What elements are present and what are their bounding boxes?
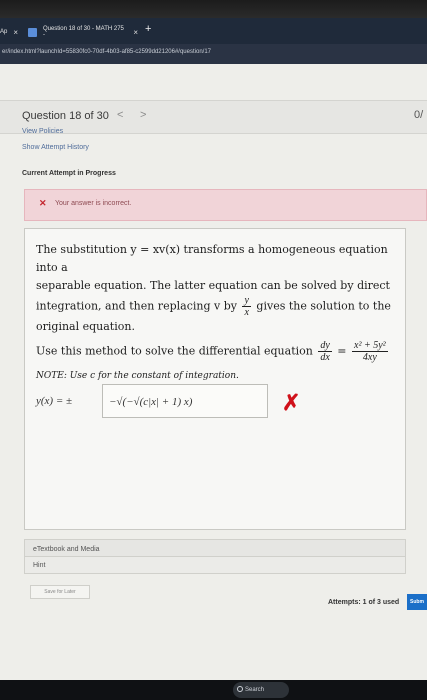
fraction-denominator: x: [244, 307, 249, 318]
error-x-icon: ✕: [39, 198, 47, 208]
alert-text: Your answer is incorrect.: [55, 200, 132, 207]
question-title: Question 18 of 30: [22, 110, 109, 122]
view-policies-link[interactable]: View Policies: [22, 128, 63, 135]
search-label: Search: [245, 687, 265, 693]
fraction-numerator: x² + 5y²: [352, 340, 388, 352]
answer-row: y(x) = ± −√(−√(c|x| + 1) x) ✗: [36, 384, 396, 424]
previous-question-icon[interactable]: <: [117, 109, 123, 121]
answer-value[interactable]: −√(−√(c|x| + 1) x): [109, 396, 192, 408]
equals-sign: =: [337, 344, 347, 358]
taskbar-search[interactable]: Search: [233, 682, 289, 698]
question-card: The substitution y = xv(x) transforms a …: [24, 228, 406, 530]
submit-button[interactable]: Subm: [407, 594, 427, 610]
search-icon: [237, 686, 243, 692]
fraction-denominator: 4xy: [362, 352, 377, 363]
attempt-status-label: Current Attempt in Progress: [22, 170, 116, 177]
url-text[interactable]: er/index.html?launchId=55830fc0-70df-4b0…: [2, 49, 211, 55]
answer-input[interactable]: −√(−√(c|x| + 1) x): [102, 384, 268, 418]
question-text-segment: gives the solution to the: [256, 299, 391, 313]
fraction-dy-dx: dy dx: [318, 340, 332, 363]
fraction-y-over-x: y x: [242, 295, 251, 318]
attempts-counter: Attempts: 1 of 3 used: [328, 599, 400, 606]
new-tab-icon[interactable]: +: [145, 23, 151, 35]
browser-tab-bar: Ap × Question 18 of 30 - MATH 275 - × +: [0, 18, 427, 44]
question-text: The substitution y = xv(x) transforms a …: [36, 241, 401, 385]
incorrect-x-icon: ✗: [282, 390, 301, 415]
hint-section[interactable]: Hint: [24, 556, 406, 574]
save-for-later-button[interactable]: Save for Later: [30, 585, 90, 599]
answer-lhs: y(x) = ±: [36, 395, 73, 407]
question-line: The substitution y = xv(x) transforms a …: [36, 243, 388, 274]
fraction-rhs: x² + 5y² 4xy: [352, 340, 388, 363]
tab-label: Ap: [0, 29, 8, 35]
question-text-segment: Use this method to solve the differentia…: [36, 344, 313, 358]
show-attempt-history-link[interactable]: Show Attempt History: [22, 144, 89, 151]
incorrect-answer-alert: ✕ Your answer is incorrect.: [24, 189, 427, 221]
tab-question[interactable]: Question 18 of 30 - MATH 275 - ×: [28, 24, 138, 40]
tab-apps[interactable]: Ap ×: [0, 24, 24, 40]
favicon-icon: [28, 27, 37, 37]
next-question-icon[interactable]: >: [140, 109, 146, 121]
question-text-segment: integration, and then replacing v by: [36, 299, 237, 313]
tab-label: Question 18 of 30 - MATH 275 -: [42, 26, 124, 38]
fraction-numerator: dy: [318, 340, 332, 352]
fraction-denominator: dx: [320, 352, 330, 363]
question-line: Use this method to solve the differentia…: [36, 340, 401, 363]
close-icon[interactable]: ×: [133, 28, 138, 37]
page-content: Question 18 of 30 < > 0/ View Policies S…: [0, 64, 427, 680]
address-bar[interactable]: er/index.html?launchId=55830fc0-70df-4b0…: [0, 44, 427, 64]
question-line: integration, and then replacing v by y x…: [36, 295, 401, 318]
os-taskbar: Search: [0, 680, 427, 700]
question-note: NOTE: Use c for the constant of integrat…: [36, 371, 239, 381]
score-display: 0/: [414, 109, 424, 121]
screen-bezel: [0, 0, 427, 18]
question-line: original equation.: [36, 320, 135, 333]
question-header: Question 18 of 30 < > 0/: [0, 100, 427, 134]
close-icon[interactable]: ×: [13, 28, 18, 37]
fraction-numerator: y: [242, 295, 251, 307]
question-line: separable equation. The latter equation …: [36, 279, 390, 292]
